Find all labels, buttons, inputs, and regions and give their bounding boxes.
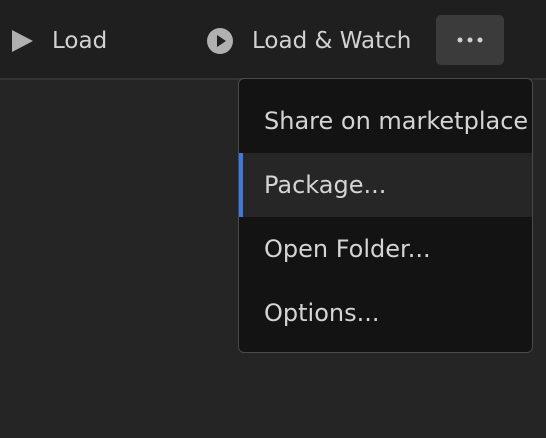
play-circle-icon — [207, 28, 233, 54]
ellipsis-icon — [457, 37, 483, 43]
menu-item-package[interactable]: Package... — [239, 153, 532, 217]
menu-item-options[interactable]: Options... — [239, 281, 532, 345]
more-options-button[interactable] — [436, 15, 504, 65]
menu-item-open-folder[interactable]: Open Folder... — [239, 217, 532, 281]
load-button[interactable]: Load — [10, 22, 107, 60]
toolbar: Load Load & Watch — [0, 0, 546, 80]
menu-item-share-on-marketplace[interactable]: Share on marketplace — [239, 89, 532, 153]
load-and-watch-button-label: Load & Watch — [252, 28, 412, 54]
overflow-menu: Share on marketplace Package... Open Fol… — [238, 78, 533, 353]
load-button-label: Load — [52, 28, 108, 54]
play-icon — [12, 30, 33, 52]
load-and-watch-button[interactable]: Load & Watch — [206, 22, 411, 60]
menu-list: Share on marketplace Package... Open Fol… — [239, 89, 532, 345]
